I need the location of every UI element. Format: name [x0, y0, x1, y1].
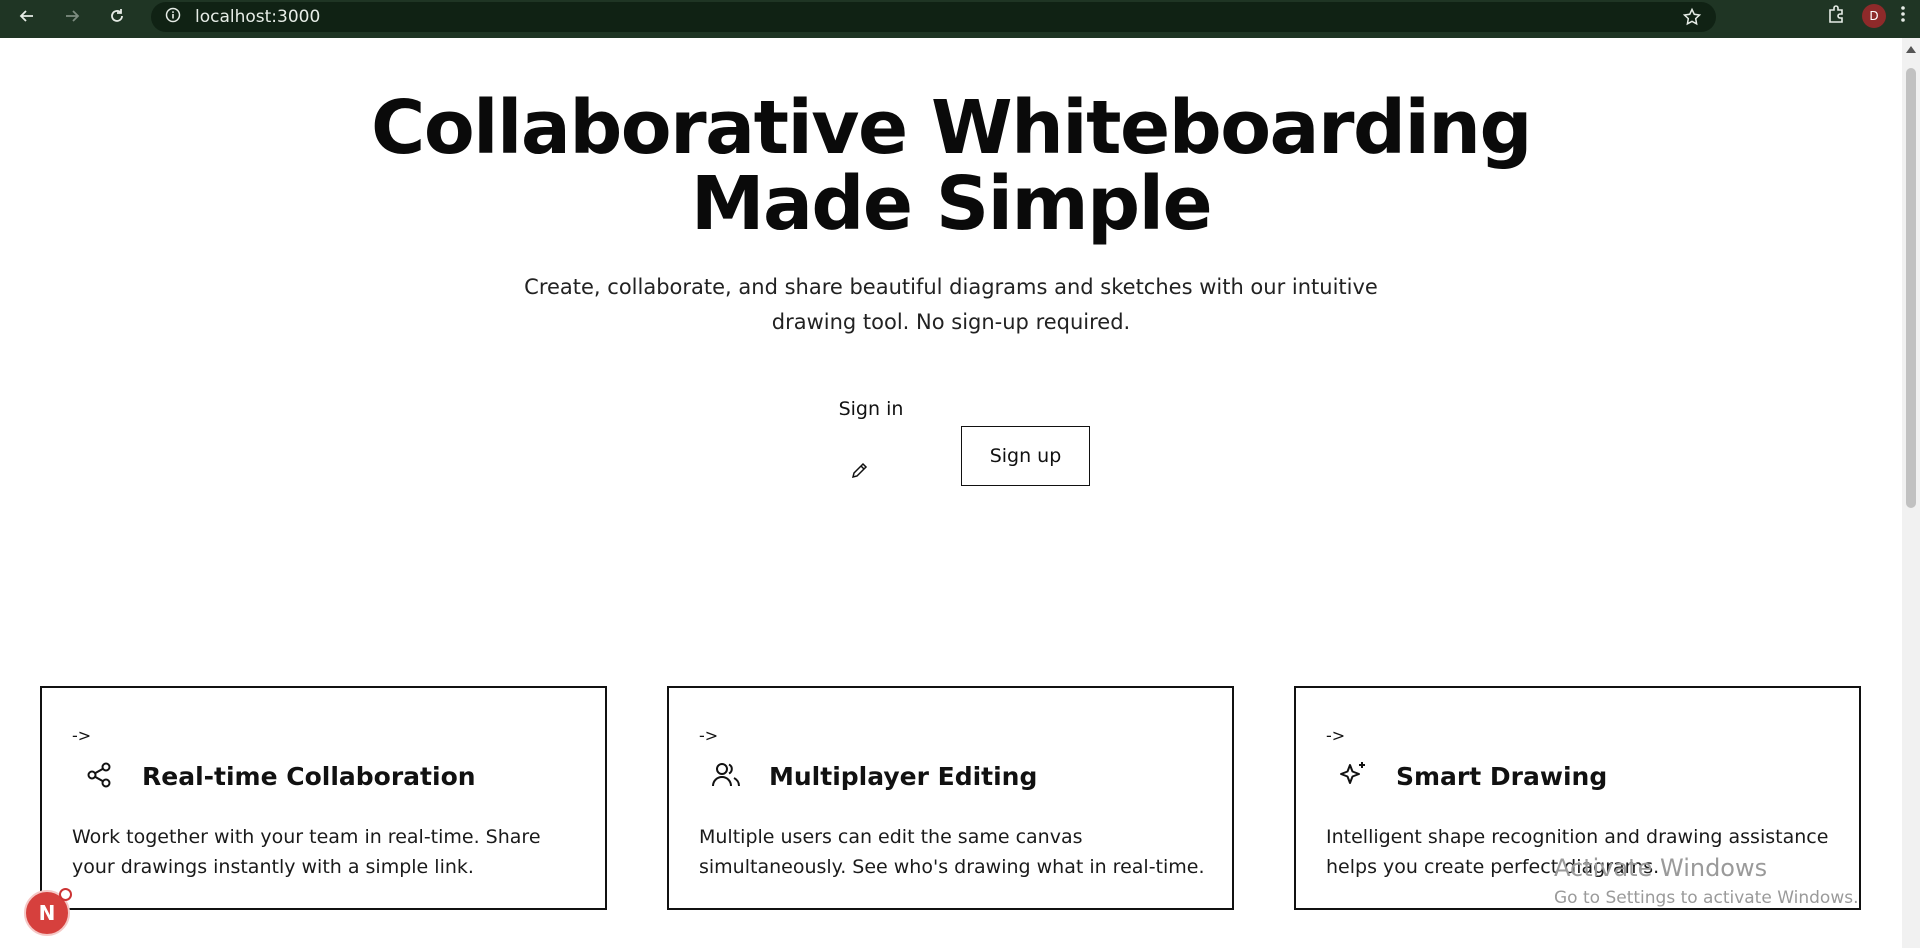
card-title: Real-time Collaboration	[142, 762, 476, 791]
card-arrow: ->	[72, 726, 92, 745]
menu-dots-icon[interactable]	[1900, 5, 1906, 27]
scroll-thumb[interactable]	[1906, 68, 1916, 508]
forward-arrow-icon[interactable]	[54, 0, 90, 32]
star-icon[interactable]	[1682, 7, 1702, 32]
browser-actions: D	[1826, 0, 1920, 32]
feature-card-multiplayer: -> Multiplayer Editing Multiple users ca…	[667, 686, 1234, 910]
url-text[interactable]: localhost:3000	[195, 7, 320, 27]
page-title-line-1: Collaborative Whiteboarding	[371, 85, 1532, 171]
page-title: Collaborative Whiteboarding Made Simple	[0, 90, 1902, 242]
users-icon	[709, 758, 743, 792]
sparkles-icon	[1336, 758, 1370, 792]
avatar[interactable]: D	[1862, 4, 1886, 28]
card-title: Smart Drawing	[1396, 762, 1608, 791]
sign-up-button[interactable]: Sign up	[961, 426, 1090, 486]
page-title-line-2: Made Simple	[690, 161, 1213, 247]
card-title: Multiplayer Editing	[769, 762, 1038, 791]
feature-card-realtime: -> Real-time Collaboration Work together…	[40, 686, 607, 910]
hero-subtitle: Create, collaborate, and share beautiful…	[524, 275, 1378, 334]
address-bar[interactable]: localhost:3000	[151, 2, 1716, 32]
card-description: Multiple users can edit the same canvas …	[699, 826, 1205, 878]
pencil-cursor-icon	[850, 460, 870, 484]
info-icon[interactable]	[165, 7, 181, 28]
scroll-up-arrow-icon[interactable]	[1906, 46, 1916, 53]
dev-badge-indicator	[59, 888, 72, 901]
reload-icon[interactable]	[99, 0, 135, 32]
extensions-icon[interactable]	[1826, 3, 1848, 29]
watermark-title: Activate Windows	[1554, 854, 1768, 882]
back-arrow-icon[interactable]	[9, 0, 45, 32]
scrollbar[interactable]	[1902, 38, 1920, 948]
share-icon	[82, 758, 116, 792]
sign-in-button[interactable]: Sign in	[826, 388, 916, 428]
card-description: Work together with your team in real-tim…	[72, 826, 541, 878]
card-arrow: ->	[1326, 726, 1346, 745]
watermark-subtitle: Go to Settings to activate Windows.	[1554, 888, 1859, 908]
windows-activation-watermark: Activate Windows Go to Settings to activ…	[1554, 853, 1859, 909]
browser-toolbar: localhost:3000 D	[0, 0, 1920, 38]
card-arrow: ->	[699, 726, 719, 745]
